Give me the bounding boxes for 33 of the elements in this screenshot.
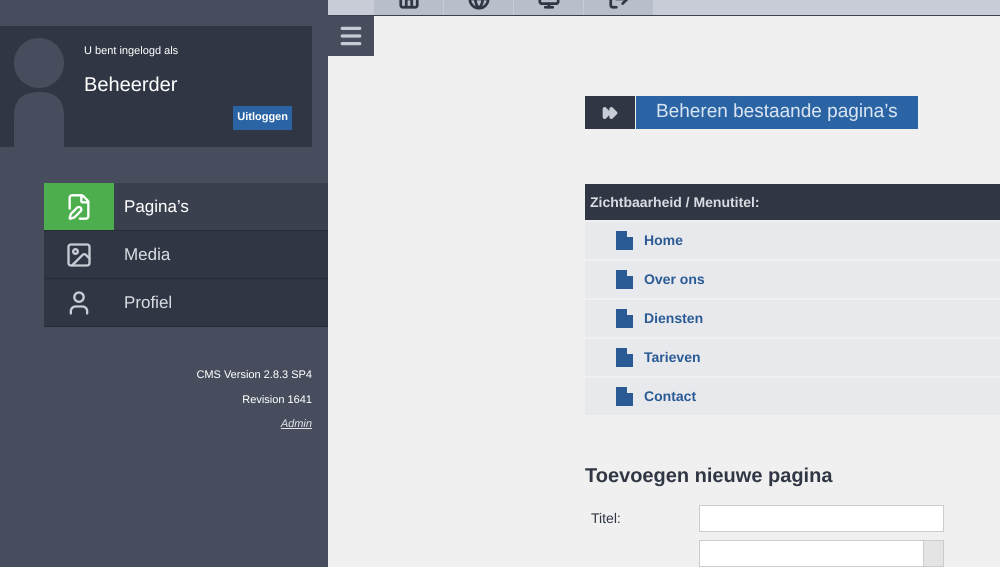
document-icon <box>616 270 633 289</box>
table-header: Zichtbaarheid / Menutitel: <box>585 184 1000 220</box>
nav-item[interactable]: Profiel <box>44 279 328 327</box>
section-heading: Toevoegen nieuwe pagina <box>585 464 834 489</box>
revision-text: Revision 1641 <box>242 392 312 408</box>
image-icon <box>65 240 93 268</box>
toolbar-tab[interactable] <box>514 0 584 15</box>
toolbar-tab[interactable] <box>374 0 444 15</box>
select-field[interactable] <box>699 540 944 567</box>
banner-title: Beheren bestaande pagina’s <box>636 96 918 129</box>
title-field[interactable] <box>699 505 944 532</box>
logout-button[interactable]: Uitloggen <box>233 106 292 130</box>
document-icon <box>616 348 633 367</box>
page-row[interactable]: Home <box>585 222 1000 259</box>
page-row[interactable]: Diensten <box>585 300 1000 337</box>
version-text: CMS Version 2.8.3 SP4 <box>196 368 312 383</box>
page-row[interactable]: Over ons <box>585 261 1000 298</box>
login-caption: U bent ingelogd als <box>84 44 180 59</box>
document-icon <box>616 387 633 406</box>
fast-forward-icon <box>602 104 618 121</box>
nav-item[interactable]: Pagina’s <box>44 183 328 231</box>
nav-item[interactable]: Media <box>44 231 328 279</box>
toolbar-tab[interactable] <box>444 0 514 15</box>
user-name: Beheerder <box>84 72 178 98</box>
menu-button[interactable] <box>328 16 374 56</box>
toolbar-tab[interactable] <box>584 0 654 15</box>
page-row[interactable]: Tarieven <box>585 339 1000 376</box>
avatar-icon <box>14 38 64 147</box>
document-icon <box>616 309 633 328</box>
field-label: Titel: <box>590 509 622 528</box>
admin-link[interactable]: Admin <box>280 416 312 432</box>
page-row[interactable]: Contact <box>585 378 1000 415</box>
document-icon <box>616 231 633 250</box>
